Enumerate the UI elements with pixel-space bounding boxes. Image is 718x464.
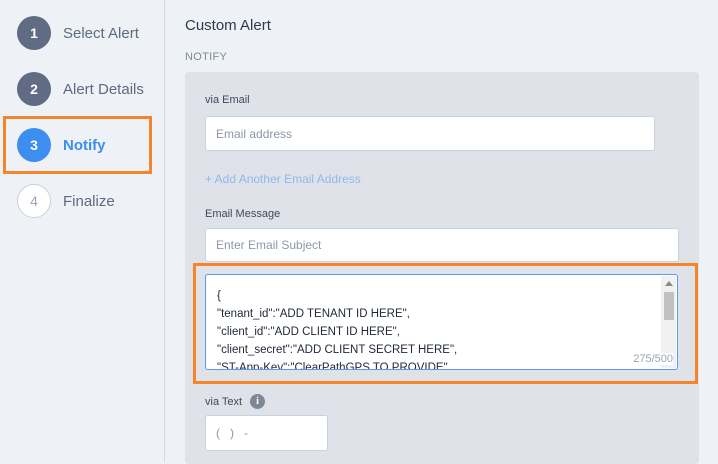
email-placeholder: Email address xyxy=(216,126,293,141)
step-label: Finalize xyxy=(63,192,115,210)
info-icon[interactable]: i xyxy=(250,394,265,409)
highlight-box-step xyxy=(3,116,152,174)
step-number: 2 xyxy=(17,72,51,106)
step-number: 4 xyxy=(17,184,51,218)
step-finalize[interactable]: 4 Finalize xyxy=(17,183,115,219)
step-select-alert[interactable]: 1 Select Alert xyxy=(17,15,139,51)
page-title: Custom Alert xyxy=(185,17,271,34)
phone-placeholder: ( ) - xyxy=(216,426,248,440)
phone-field[interactable]: ( ) - xyxy=(205,415,328,451)
step-label: Select Alert xyxy=(63,24,139,42)
email-subject-placeholder: Enter Email Subject xyxy=(216,238,322,252)
step-label: Alert Details xyxy=(63,80,144,98)
email-subject-field[interactable]: Enter Email Subject xyxy=(205,228,679,262)
email-field[interactable]: Email address xyxy=(205,116,655,151)
email-message-label: Email Message xyxy=(205,208,281,220)
text-label: via Text xyxy=(205,396,243,408)
step-alert-details[interactable]: 2 Alert Details xyxy=(17,71,144,107)
highlight-box-message xyxy=(193,263,698,384)
steps-sidebar: 1 Select Alert 2 Alert Details 3 Notify … xyxy=(0,0,165,462)
email-label: via Email xyxy=(205,94,250,106)
step-number: 1 xyxy=(17,16,51,50)
section-label: NOTIFY xyxy=(185,51,228,63)
add-email-link[interactable]: + Add Another Email Address xyxy=(205,172,361,186)
